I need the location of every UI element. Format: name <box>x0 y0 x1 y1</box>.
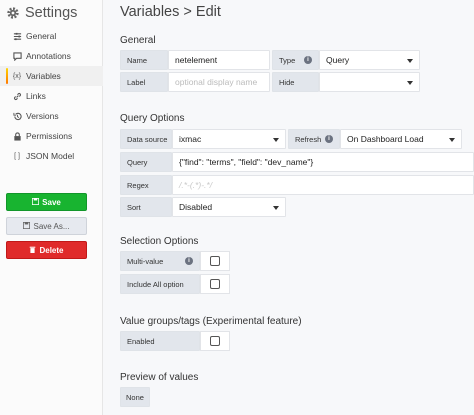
info-icon[interactable]: i <box>185 257 193 265</box>
section-title-general: General <box>120 35 156 46</box>
regex-label: Regex <box>120 175 172 195</box>
hide-label: Hide <box>272 72 319 92</box>
query-input[interactable]: {"find": "terms", "field": "dev_name"} <box>172 152 474 172</box>
section-title-preview: Preview of values <box>120 372 199 383</box>
delete-label: Delete <box>39 245 64 255</box>
query-label: Query <box>120 152 172 172</box>
save-as-label: Save As... <box>33 221 70 231</box>
multi-value-checkbox[interactable] <box>200 251 230 271</box>
sidebar-item-label: JSON Model <box>26 151 75 161</box>
type-select-value: Query <box>326 55 350 65</box>
enabled-checkbox[interactable] <box>200 331 230 351</box>
sort-select[interactable]: Disabled <box>172 197 286 217</box>
sidebar-item-variables[interactable]: {x} Variables <box>0 66 103 86</box>
sidebar-title: Settings <box>25 5 78 21</box>
code-icon: [ ] <box>14 152 20 160</box>
type-label: Type i <box>272 50 319 70</box>
chevron-down-icon <box>273 206 279 210</box>
section-title-selection-options: Selection Options <box>120 236 199 247</box>
section-title-value-groups: Value groups/tags (Experimental feature) <box>120 316 302 327</box>
sidebar-item-label: Permissions <box>26 131 73 141</box>
datasource-select[interactable]: ixmac <box>172 129 286 149</box>
link-icon <box>12 91 22 101</box>
refresh-label: Refresh i <box>288 129 340 149</box>
label-label: Label <box>120 72 168 92</box>
include-all-label: Include All option <box>120 274 200 294</box>
name-input[interactable]: netelement <box>168 50 270 70</box>
sliders-icon <box>12 31 22 41</box>
checkbox-box <box>210 279 220 289</box>
checkbox-box <box>210 336 220 346</box>
section-title-query-options: Query Options <box>120 113 185 124</box>
comment-icon <box>12 51 22 61</box>
variable-icon: {x} <box>12 72 22 80</box>
save-as-button[interactable]: Save As... <box>6 217 87 235</box>
sidebar-item-permissions[interactable]: Permissions <box>0 126 103 146</box>
multi-value-label-text: Multi-value <box>127 256 164 266</box>
save-icon <box>32 197 40 207</box>
delete-button[interactable]: Delete <box>6 241 87 259</box>
trash-icon <box>29 246 36 255</box>
variable-editor: Variables > Edit General Name netelement… <box>103 0 474 415</box>
sidebar-item-label: Links <box>26 91 46 101</box>
sidebar-item-label: Variables <box>26 71 61 81</box>
type-label-text: Type <box>279 55 296 65</box>
sidebar-item-versions[interactable]: Versions <box>0 106 103 126</box>
save-button[interactable]: Save <box>6 193 87 211</box>
sidebar-item-json-model[interactable]: [ ] JSON Model <box>0 146 103 166</box>
chevron-down-icon <box>407 59 413 63</box>
sidebar-item-label: Versions <box>26 111 59 121</box>
label-input[interactable]: optional display name <box>168 72 270 92</box>
lock-icon <box>12 131 22 141</box>
type-select[interactable]: Query <box>319 50 420 70</box>
sidebar-item-annotations[interactable]: Annotations <box>0 46 103 66</box>
preview-value: None <box>120 387 150 407</box>
sidebar-nav: General Annotations {x} Variables Links … <box>0 26 103 166</box>
sidebar-item-links[interactable]: Links <box>0 86 103 106</box>
sort-select-value: Disabled <box>179 202 213 212</box>
checkbox-box <box>210 256 220 266</box>
hide-select[interactable] <box>319 72 420 92</box>
regex-input[interactable]: /.*-(.*)-.*/ <box>172 175 474 195</box>
refresh-select-value: On Dashboard Load <box>347 134 424 144</box>
sidebar-item-label: Annotations <box>26 51 71 61</box>
chevron-down-icon <box>407 81 413 85</box>
chevron-down-icon <box>449 138 455 142</box>
save-icon <box>23 221 31 231</box>
gear-icon <box>7 7 19 19</box>
sidebar-header: Settings <box>6 4 77 22</box>
datasource-label: Data source <box>120 129 172 149</box>
name-label: Name <box>120 50 168 70</box>
page-title: Variables > Edit <box>120 4 221 20</box>
save-label: Save <box>42 197 61 207</box>
settings-sidebar: Settings General Annotations {x} Variabl… <box>0 0 103 415</box>
sidebar-item-general[interactable]: General <box>0 26 103 46</box>
sidebar-item-label: General <box>26 31 57 41</box>
info-icon[interactable]: i <box>325 135 333 143</box>
refresh-label-text: Refresh <box>295 134 322 144</box>
datasource-select-value: ixmac <box>179 134 202 144</box>
enabled-label: Enabled <box>120 331 200 351</box>
chevron-down-icon <box>273 138 279 142</box>
multi-value-label: Multi-value i <box>120 251 200 271</box>
sort-label: Sort <box>120 197 172 217</box>
info-icon[interactable]: i <box>304 56 312 64</box>
include-all-checkbox[interactable] <box>200 274 230 294</box>
refresh-select[interactable]: On Dashboard Load <box>340 129 462 149</box>
history-icon <box>12 111 22 121</box>
